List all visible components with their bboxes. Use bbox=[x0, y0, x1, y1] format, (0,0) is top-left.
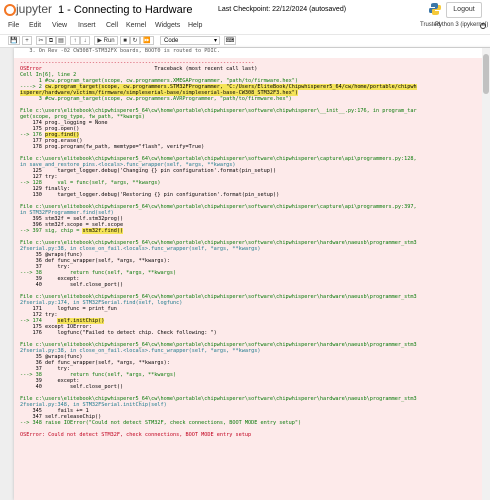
autosave-status: (autosaved) bbox=[309, 6, 347, 13]
notebook-title[interactable]: 1 - Connecting to Hardware bbox=[58, 4, 193, 16]
code-line: 176 logfunc("Failed to detect chip. Chec… bbox=[20, 330, 217, 336]
menu-view[interactable]: View bbox=[52, 22, 67, 29]
run-label: Run bbox=[103, 38, 115, 44]
save-button[interactable]: 💾 bbox=[8, 36, 20, 45]
run-button[interactable]: ▶ Run bbox=[94, 36, 118, 45]
restart-run-button[interactable]: ⏩ bbox=[140, 36, 154, 45]
code-line-current: --> 397 sig, chip = stm32f.find() bbox=[20, 228, 124, 234]
toolbar: 💾 + ✂ ⧉ ▤ ↑ ↓ ▶ Run ■ ↻ ⏩ Code ▾ ⌨ bbox=[0, 35, 490, 48]
checkpoint-info: Last Checkpoint: 22/12/2024 (autosaved) bbox=[218, 6, 346, 13]
code-line: 40 self.close_port() bbox=[20, 384, 124, 390]
highlighted-code: stm32f.find() bbox=[82, 228, 124, 234]
menu-widgets[interactable]: Widgets bbox=[155, 22, 180, 29]
cell-type-value: Code bbox=[164, 38, 179, 44]
code-line: 130 target_logger.debug('Restoring {} pi… bbox=[20, 192, 280, 198]
output-text-line: 3. On Rev -02 CW308T-STM32FX boards, BOO… bbox=[20, 48, 220, 54]
menu-help[interactable]: Help bbox=[188, 22, 202, 29]
arrow-prefix: --> 397 sig, chip = bbox=[20, 228, 83, 234]
python-logo-icon bbox=[429, 3, 441, 15]
code-line-current: --> 348 raise IOError("Could not detect … bbox=[20, 420, 302, 426]
code-line: 125 target_logger.debug('Changing {} pin… bbox=[20, 168, 277, 174]
notebook-page: 3. On Rev -02 CW308T-STM32FX boards, BOO… bbox=[14, 48, 490, 500]
scrollbar-thumb[interactable] bbox=[483, 54, 489, 94]
menu-cell[interactable]: Cell bbox=[106, 22, 118, 29]
run-icon: ▶ bbox=[97, 38, 102, 44]
menu-insert[interactable]: Insert bbox=[78, 22, 96, 29]
menu-edit[interactable]: Edit bbox=[29, 22, 41, 29]
logout-button[interactable]: Logout bbox=[446, 2, 482, 18]
jupyter-logo-text: jupyter bbox=[16, 2, 53, 16]
move-up-button[interactable]: ↑ bbox=[70, 36, 80, 45]
jupyter-logo-icon bbox=[4, 4, 16, 16]
vertical-scrollbar[interactable] bbox=[482, 48, 490, 500]
command-palette-button[interactable]: ⌨ bbox=[224, 36, 236, 45]
menu-bar: File Edit View Insert Cell Kernel Widget… bbox=[0, 20, 490, 35]
kernel-status-icon bbox=[480, 23, 486, 29]
move-down-button[interactable]: ↓ bbox=[80, 36, 90, 45]
cut-button[interactable]: ✂ bbox=[36, 36, 46, 45]
notebook-area: 3. On Rev -02 CW308T-STM32FX boards, BOO… bbox=[0, 48, 490, 500]
notebook-header: jupyter 1 - Connecting to Hardware Last … bbox=[0, 0, 490, 20]
interrupt-button[interactable]: ■ bbox=[120, 36, 130, 45]
code-line: 178 prog.program(fw_path, memtype="flash… bbox=[20, 144, 205, 150]
final-error-message: OSError: Could not detect STM32F, check … bbox=[20, 432, 252, 438]
code-line: 40 self.close_port() bbox=[20, 282, 124, 288]
menu-file[interactable]: File bbox=[8, 22, 19, 29]
menu-kernel[interactable]: Kernel bbox=[126, 22, 146, 29]
checkpoint-text: Last Checkpoint: 22/12/2024 bbox=[218, 6, 308, 13]
code-line: 3 #cw.program_target(scope, cw.programme… bbox=[20, 96, 292, 102]
chevron-down-icon: ▾ bbox=[213, 38, 217, 44]
jupyter-logo[interactable]: jupyter bbox=[4, 2, 56, 18]
traceback-label: Traceback (most recent call last) bbox=[154, 66, 258, 72]
copy-button[interactable]: ⧉ bbox=[46, 36, 56, 45]
add-cell-button[interactable]: + bbox=[22, 36, 32, 45]
paste-button[interactable]: ▤ bbox=[56, 36, 66, 45]
restart-button[interactable]: ↻ bbox=[130, 36, 140, 45]
cell-type-select[interactable]: Code ▾ bbox=[160, 36, 220, 45]
